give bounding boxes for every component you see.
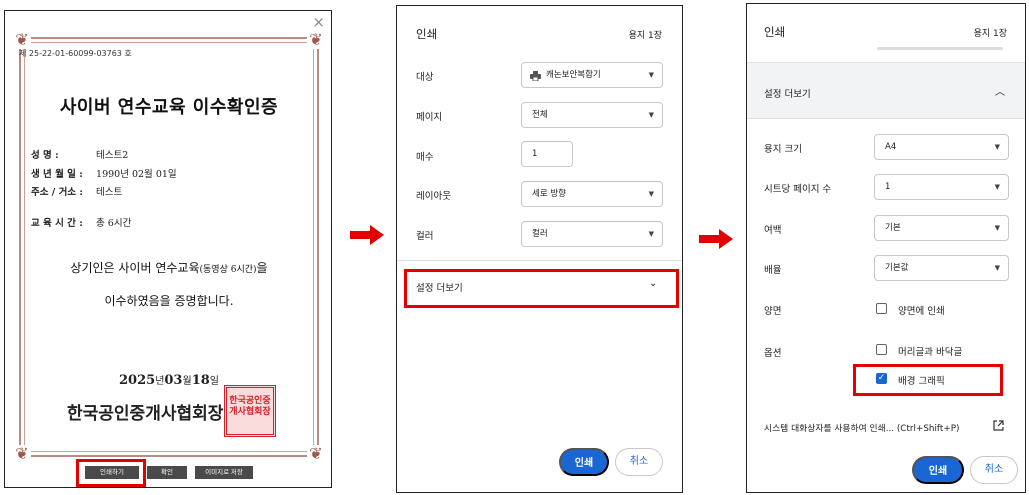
header-footer-label: 머리글과 바닥글 bbox=[898, 347, 963, 358]
certificate-statement-line2: 이수하였음을 증명합니다. bbox=[104, 294, 234, 308]
chevron-down-icon: ▼ bbox=[994, 143, 1000, 151]
copies-input[interactable]: 1 bbox=[521, 141, 573, 167]
highlight-print-button bbox=[76, 459, 146, 487]
chevron-down-icon: ▼ bbox=[994, 224, 1000, 232]
corner-ornament-icon: ❦ bbox=[13, 445, 31, 463]
field-value: 1990년 02월 01일 bbox=[96, 169, 177, 180]
chevron-down-icon: ▼ bbox=[648, 230, 654, 238]
duplex-label: 양면 bbox=[764, 306, 782, 317]
divider bbox=[397, 260, 682, 261]
highlight-background-graphics bbox=[853, 364, 1003, 396]
scale-select[interactable]: 기본값 ▼ bbox=[874, 255, 1009, 281]
duplex-checkbox[interactable] bbox=[876, 303, 887, 314]
close-icon[interactable]: × bbox=[312, 15, 325, 30]
certificate-date: 2025년03월18일 bbox=[119, 373, 219, 388]
field-value: 총 6시간 bbox=[96, 218, 132, 229]
scroll-shadow bbox=[877, 47, 1003, 50]
field-label: 생 년 월 일 : bbox=[31, 169, 83, 180]
destination-label: 대상 bbox=[416, 72, 434, 83]
paper-size-select[interactable]: A4 ▼ bbox=[874, 134, 1009, 160]
field-value: 테스트2 bbox=[96, 150, 129, 161]
chevron-down-icon: ▼ bbox=[994, 183, 1000, 191]
sheet-count: 용지 1장 bbox=[628, 31, 662, 41]
scale-label: 배율 bbox=[764, 265, 782, 276]
cancel-button[interactable]: 취소 bbox=[970, 456, 1018, 484]
color-select[interactable]: 컬러 ▼ bbox=[521, 221, 663, 247]
dialog-title: 인쇄 bbox=[416, 27, 438, 41]
pages-select[interactable]: 전체 ▼ bbox=[521, 102, 663, 128]
destination-select[interactable]: 캐논보안복합기 ▼ bbox=[521, 62, 663, 88]
chevron-down-icon: ▼ bbox=[648, 111, 654, 119]
duplex-option-label: 양면에 인쇄 bbox=[898, 306, 945, 317]
save-image-button[interactable]: 이미지로 저장 bbox=[195, 466, 253, 479]
chevron-down-icon: ▼ bbox=[994, 264, 1000, 272]
chevron-down-icon: ▼ bbox=[648, 190, 654, 198]
confirm-button[interactable]: 확인 bbox=[147, 466, 187, 479]
color-label: 컬러 bbox=[416, 231, 434, 242]
margins-select[interactable]: 기본 ▼ bbox=[874, 215, 1009, 241]
certificate-title: 사이버 연수교육 이수확인증 bbox=[59, 97, 279, 118]
sheet-count: 용지 1장 bbox=[973, 29, 1007, 39]
printer-icon bbox=[530, 71, 541, 81]
field-address: 주소 / 거소 : 테스트 bbox=[31, 184, 122, 198]
field-label: 주소 / 거소 : bbox=[31, 187, 83, 198]
copies-label: 매수 bbox=[416, 152, 434, 163]
corner-ornament-icon: ❦ bbox=[13, 31, 31, 49]
pages-per-sheet-label: 시트당 페이지 수 bbox=[764, 184, 832, 195]
certificate-number: 제 25-22-01-60099-03763 호 bbox=[19, 49, 132, 58]
official-seal: 한국공인중개사협회장 bbox=[224, 385, 276, 437]
field-label: 성 명 : bbox=[31, 150, 59, 161]
margins-label: 여백 bbox=[764, 225, 782, 236]
cancel-button[interactable]: 취소 bbox=[615, 448, 663, 476]
chevron-up-icon[interactable]: ︿ bbox=[995, 83, 1005, 98]
field-value: 테스트 bbox=[96, 187, 123, 198]
system-dialog-link[interactable]: 시스템 대화상자를 사용하여 인쇄... (Ctrl+Shift+P) bbox=[764, 421, 959, 434]
open-external-icon[interactable] bbox=[993, 420, 1004, 431]
chevron-down-icon: ▼ bbox=[648, 71, 654, 79]
field-education-hours: 교 육 시 간 : 총 6시간 bbox=[31, 215, 131, 229]
issuing-organization: 한국공인중개사협회장 bbox=[67, 404, 224, 424]
print-dialog: 인쇄 용지 1장 대상 캐논보안복합기 ▼ 페이지 전체 ▼ 매수 1 레이아웃… bbox=[396, 5, 683, 493]
print-button[interactable]: 인쇄 bbox=[912, 456, 964, 484]
layout-label: 레이아웃 bbox=[416, 191, 451, 202]
field-name: 성 명 : 테스트2 bbox=[31, 147, 128, 161]
arrow-right-icon bbox=[699, 229, 733, 249]
certificate-statement-line1: 상기인은 사이버 연수교육(동영상 6시간)을 bbox=[70, 261, 268, 275]
field-birthdate: 생 년 월 일 : 1990년 02월 01일 bbox=[31, 166, 177, 180]
field-label: 교 육 시 간 : bbox=[31, 218, 83, 229]
layout-select[interactable]: 세로 방향 ▼ bbox=[521, 181, 663, 207]
more-settings-header[interactable]: 설정 더보기 ︿ bbox=[747, 62, 1025, 119]
arrow-right-icon bbox=[350, 225, 384, 245]
header-footer-checkbox[interactable] bbox=[876, 344, 887, 355]
certificate-window: × ❦ ❦ ❦ ❦ 제 25-22-01-60099-03763 호 사이버 연… bbox=[4, 10, 332, 488]
pages-label: 페이지 bbox=[416, 112, 443, 123]
print-dialog-expanded: 인쇄 용지 1장 설정 더보기 ︿ 용지 크기 A4 ▼ 시트당 페이지 수 1… bbox=[746, 3, 1026, 493]
pages-per-sheet-select[interactable]: 1 ▼ bbox=[874, 174, 1009, 200]
corner-ornament-icon: ❦ bbox=[307, 445, 325, 463]
print-button[interactable]: 인쇄 bbox=[559, 448, 609, 476]
highlight-more-settings bbox=[404, 269, 679, 308]
dialog-title: 인쇄 bbox=[764, 25, 786, 39]
options-label: 옵션 bbox=[764, 348, 782, 359]
paper-size-label: 용지 크기 bbox=[764, 144, 802, 155]
corner-ornament-icon: ❦ bbox=[307, 31, 325, 49]
